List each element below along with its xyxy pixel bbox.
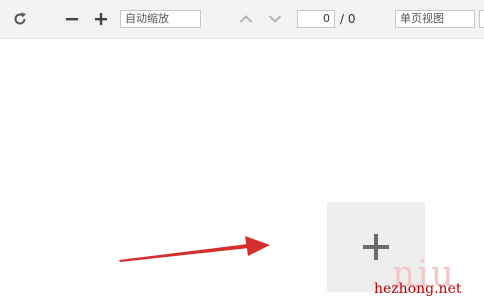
next-page-button[interactable] (266, 10, 284, 28)
page-total-label: / 0 (340, 12, 356, 26)
refresh-icon (14, 12, 26, 25)
chevron-down-icon (268, 15, 282, 23)
watermark-text: hezhong.net (374, 281, 462, 297)
plus-icon (95, 13, 107, 25)
chevron-up-icon (239, 15, 253, 23)
refresh-button[interactable] (11, 10, 29, 28)
zoom-select-value: 自动缩放 (125, 12, 169, 25)
page-number-value: 0 (323, 12, 330, 25)
plus-icon (363, 234, 389, 260)
view-mode-select[interactable]: 单页视图 (395, 10, 475, 28)
zoom-select[interactable]: 自动缩放 (120, 10, 201, 28)
view-mode-value: 单页视图 (400, 12, 444, 25)
minus-icon (66, 18, 78, 21)
red-arrow-annotation (119, 236, 270, 262)
view-mode-extra-button[interactable] (479, 10, 484, 28)
previous-page-button[interactable] (237, 10, 255, 28)
toolbar: 自动缩放 0 / 0 单页视图 (0, 0, 484, 39)
zoom-out-button[interactable] (64, 10, 80, 28)
zoom-in-button[interactable] (93, 10, 109, 28)
page-number-input[interactable]: 0 (297, 10, 335, 28)
